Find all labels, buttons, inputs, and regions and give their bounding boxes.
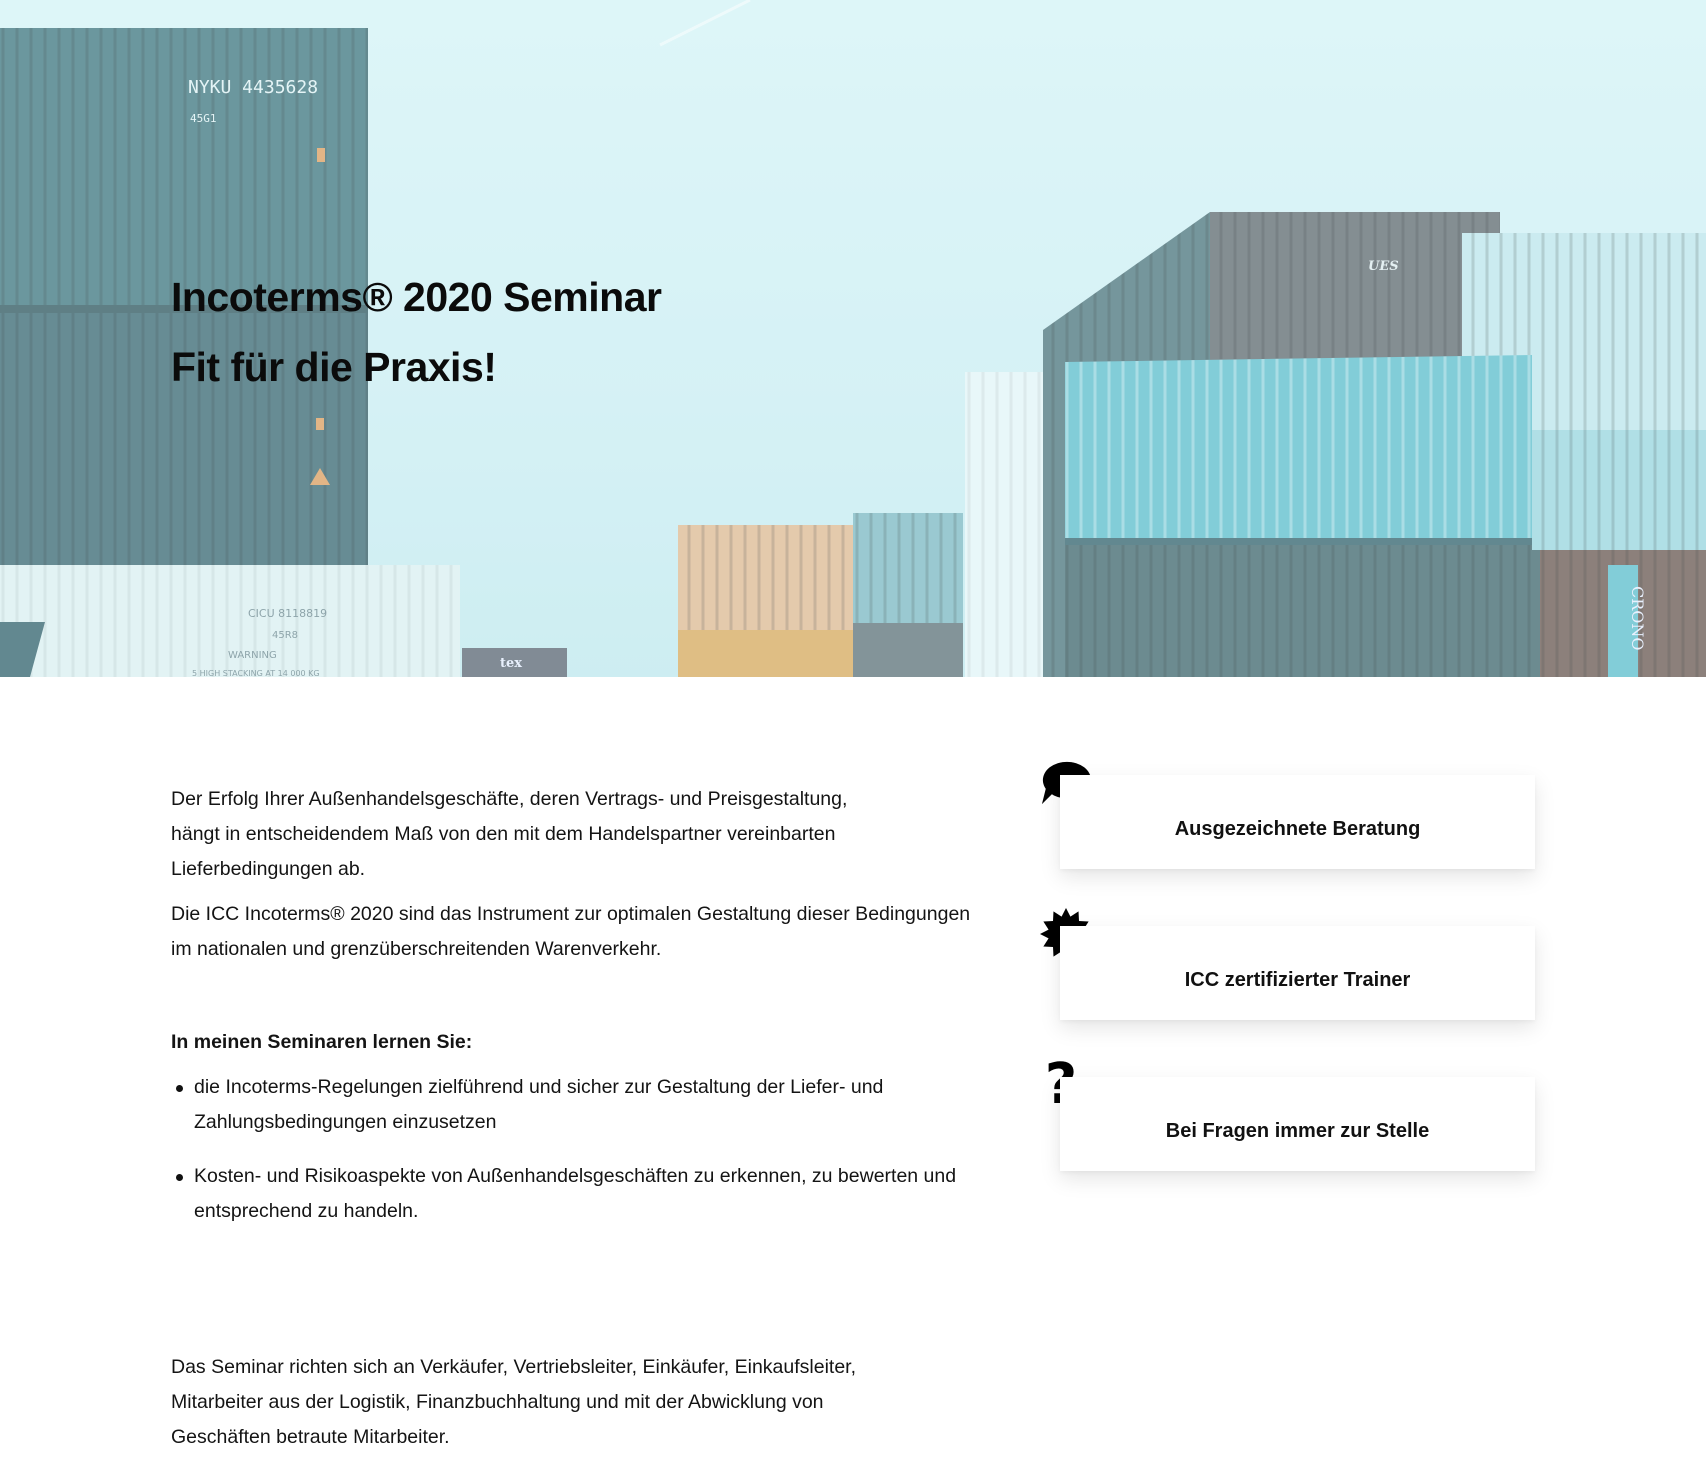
intro-paragraph-1: Der Erfolg Ihrer Außenhandelsgeschäfte, … [171, 788, 848, 880]
bullet-icon [176, 1085, 183, 1092]
feature-label: Bei Fragen immer zur Stelle [1165, 1119, 1430, 1142]
audience-paragraph: Das Seminar richten sich an Verkäufer, V… [171, 1356, 857, 1448]
feature-card: Ausgezeichnete Beratung [1060, 775, 1535, 869]
features-panel: Ausgezeichnete Beratung ICC zertifiziert… [1040, 757, 1540, 1210]
feature-support: ? Bei Fragen immer zur Stelle [1040, 1057, 1540, 1210]
hero-banner: NYKU 4435628 45G1 CICU 8118819 45R8 WARN… [0, 0, 1706, 677]
hero-title-line-2: Fit für die Praxis! [171, 344, 497, 390]
hero-title: Incoterms® 2020 Seminar Fit für die Prax… [171, 262, 662, 402]
bullet-icon [176, 1174, 183, 1181]
list-item-text: die Incoterms-Regelungen zielführend und… [194, 1076, 884, 1133]
list-item: Kosten- und Risikoaspekte von Außenhande… [171, 1159, 971, 1229]
feature-card: Bei Fragen immer zur Stelle [1060, 1077, 1535, 1171]
feature-consulting: Ausgezeichnete Beratung [1040, 757, 1540, 908]
learn-heading: In meinen Seminaren lernen Sie: [171, 1031, 473, 1053]
feature-card: ICC zertifizierter Trainer [1060, 926, 1535, 1020]
hero-title-line-1: Incoterms® 2020 Seminar [171, 274, 662, 320]
list-item-text: Kosten- und Risikoaspekte von Außenhande… [194, 1165, 957, 1222]
feature-label: ICC zertifizierter Trainer [1184, 968, 1411, 991]
feature-label: Ausgezeichnete Beratung [1174, 817, 1421, 840]
feature-certified-trainer: ICC zertifizierter Trainer [1040, 908, 1540, 1059]
list-item: die Incoterms-Regelungen zielführend und… [171, 1070, 971, 1140]
intro-paragraph-2: Die ICC Incoterms® 2020 sind das Instrum… [171, 903, 971, 960]
learn-list: die Incoterms-Regelungen zielführend und… [171, 1070, 971, 1229]
intro-section: Der Erfolg Ihrer Außenhandelsgeschäfte, … [171, 782, 971, 1248]
intro-text: Der Erfolg Ihrer Außenhandelsgeschäfte, … [171, 782, 971, 967]
main-content: Der Erfolg Ihrer Außenhandelsgeschäfte, … [0, 677, 1706, 1483]
